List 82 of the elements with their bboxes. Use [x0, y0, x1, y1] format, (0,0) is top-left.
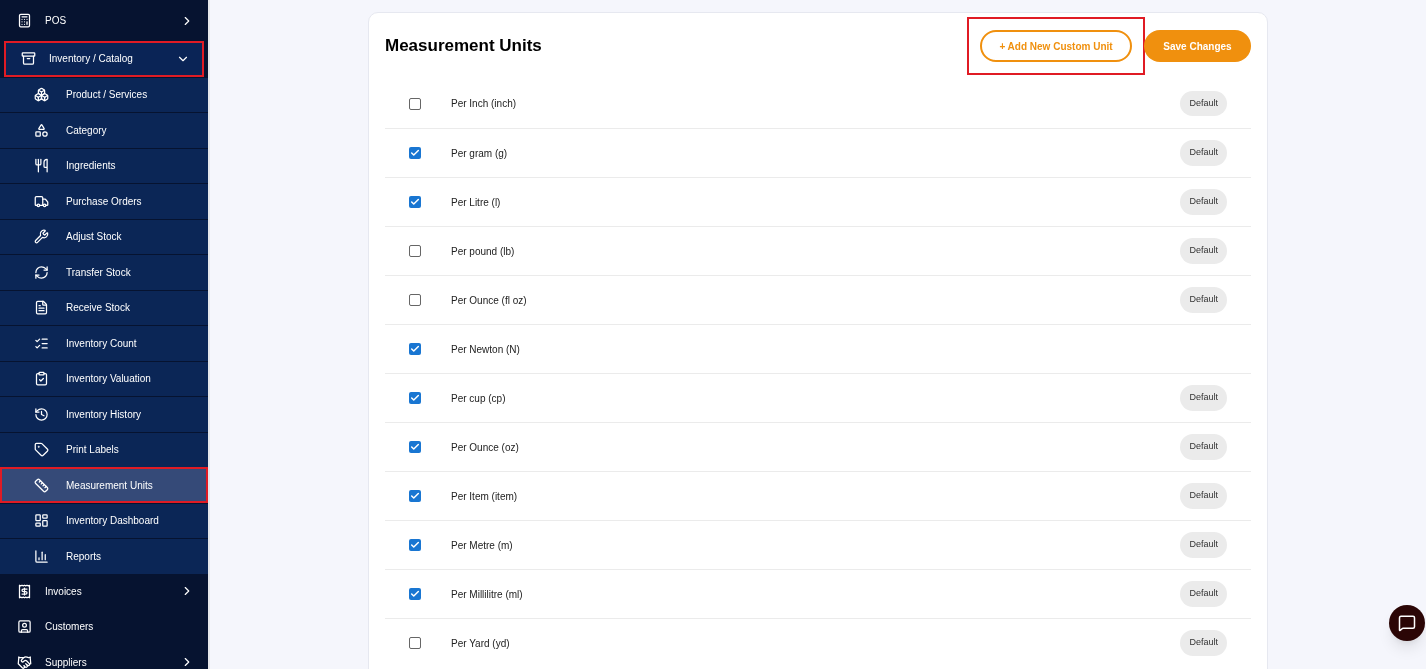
sidebar-item[interactable]: Product / Services	[0, 76, 208, 112]
sidebar-item[interactable]: Ingredients	[0, 147, 208, 183]
unit-name: Per cup (cp)	[451, 391, 507, 406]
checkbox[interactable]	[409, 97, 421, 110]
sidebar-item[interactable]: Reports	[0, 538, 208, 574]
sidebar-item[interactable]: Inventory Valuation	[0, 360, 208, 396]
unit-name: Per Yard (yd)	[451, 636, 511, 651]
sidebar-item[interactable]: Inventory History	[0, 396, 208, 432]
sidebar-item[interactable]: Measurement Units	[0, 467, 208, 503]
checkbox[interactable]	[409, 539, 421, 551]
handshake-icon	[17, 654, 32, 669]
shapes-icon	[34, 122, 49, 138]
unit-name: Per Millilitre (ml)	[451, 587, 524, 602]
unit-name: Per Ounce (oz)	[451, 440, 520, 455]
unit-name: Per Item (item)	[451, 489, 519, 504]
default-badge: Default	[1180, 434, 1227, 460]
check-icon	[410, 589, 420, 599]
checkbox[interactable]	[409, 245, 421, 257]
unit-name: Per Newton (N)	[451, 342, 521, 357]
default-badge: Default	[1180, 189, 1227, 215]
checkbox[interactable]	[409, 588, 421, 600]
checkbox[interactable]	[409, 637, 421, 649]
default-badge: Default	[1180, 532, 1227, 558]
checkbox[interactable]	[409, 196, 421, 208]
clipboard-check-icon	[34, 371, 49, 387]
refresh-icon	[34, 264, 49, 280]
document-icon	[34, 300, 49, 316]
sidebar-item[interactable]: Adjust Stock	[0, 218, 208, 254]
sidebar-item[interactable]: Receive Stock	[0, 289, 208, 325]
receipt-icon	[17, 583, 32, 599]
history-icon	[34, 406, 49, 422]
sidebar-item[interactable]: Print Labels	[0, 431, 208, 467]
default-badge: Default	[1180, 483, 1227, 509]
sidebar-item[interactable]: Purchase Orders	[0, 183, 208, 219]
checkbox[interactable]	[409, 294, 421, 306]
truck-icon	[34, 193, 49, 209]
default-badge: Default	[1180, 140, 1227, 166]
default-badge: Default	[1180, 630, 1227, 656]
sidebar-item[interactable]: Inventory Count	[0, 325, 208, 361]
default-badge: Default	[1180, 581, 1227, 607]
check-icon	[410, 197, 420, 207]
checkbox[interactable]	[409, 392, 421, 404]
checkbox[interactable]	[409, 147, 421, 159]
checkbox[interactable]	[409, 343, 421, 355]
dashboard-icon	[34, 513, 49, 529]
check-icon	[410, 393, 420, 403]
check-icon	[410, 148, 420, 158]
sidebar-group[interactable]: POS	[0, 0, 208, 41]
unit-name: Per Metre (m)	[451, 538, 514, 553]
boxes-icon	[34, 87, 49, 103]
unit-name: Per pound (lb)	[451, 244, 516, 259]
sidebar-group[interactable]: Customers	[0, 609, 208, 645]
check-icon	[410, 442, 420, 452]
default-badge: Default	[1180, 238, 1227, 264]
tag-icon	[34, 442, 49, 458]
unit-name: Per Litre (l)	[451, 195, 502, 210]
sidebar-group[interactable]: Suppliers	[0, 644, 208, 669]
fork-knife-icon	[34, 158, 49, 174]
sidebar-item[interactable]: Transfer Stock	[0, 254, 208, 290]
ruler-icon	[34, 477, 49, 493]
archive-box-icon	[21, 51, 36, 67]
unit-name: Per Ounce (fl oz)	[451, 293, 528, 308]
check-icon	[410, 344, 420, 354]
chat-icon	[1398, 614, 1416, 632]
bar-chart-icon	[34, 548, 49, 564]
checkbox[interactable]	[409, 441, 421, 453]
default-badge: Default	[1180, 287, 1227, 313]
default-badge: Default	[1180, 385, 1227, 411]
sidebar-item[interactable]: Inventory Dashboard	[0, 502, 208, 538]
check-icon	[410, 491, 420, 501]
list-icon	[34, 335, 49, 351]
sidebar-item[interactable]: Category	[0, 112, 208, 148]
sidebar-group[interactable]: Invoices	[0, 573, 208, 609]
chat-button[interactable]	[1389, 605, 1425, 641]
check-icon	[410, 540, 420, 550]
page-title: Measurement Units	[385, 35, 543, 58]
sidebar-group[interactable]: Inventory / Catalog	[4, 41, 204, 77]
unit-name: Per gram (g)	[451, 146, 509, 161]
checkbox[interactable]	[409, 490, 421, 502]
unit-name: Per Inch (inch)	[451, 97, 518, 111]
contact-card-icon	[17, 619, 32, 635]
default-badge: Default	[1180, 90, 1227, 117]
